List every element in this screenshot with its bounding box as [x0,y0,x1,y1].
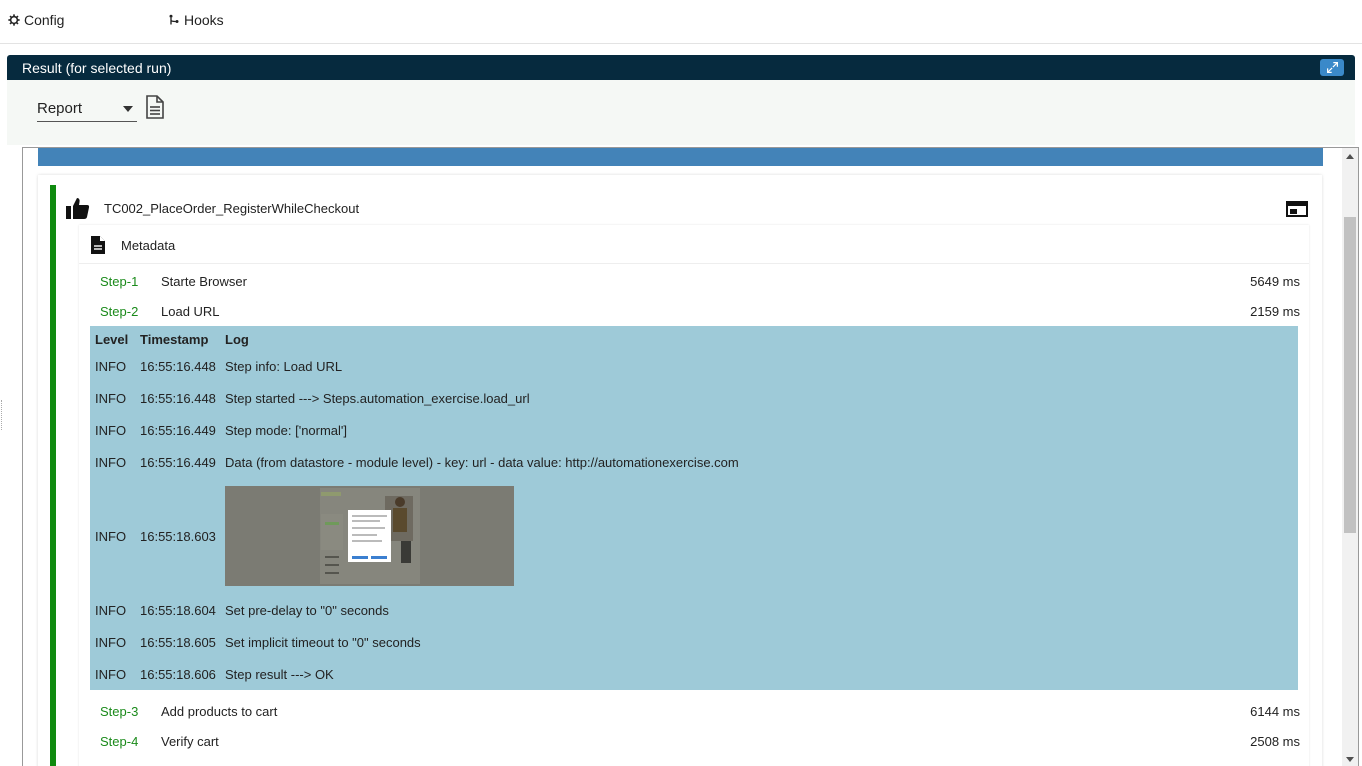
log-timestamp: 16:55:16.448 [140,391,216,406]
log-row: INFO 16:55:18.605 Set implicit timeout t… [90,635,1298,655]
log-message: Step result ---> OK [225,667,334,682]
testcase-body: Metadata Step-1 Starte Browser 5649 ms S… [79,225,1309,766]
log-row: INFO 16:55:16.449 Step mode: ['normal'] [90,423,1298,443]
log-timestamp: 16:55:16.449 [140,423,216,438]
log-row: INFO 16:55:16.449 Data (from datastore -… [90,455,1298,475]
step-number: Step-3 [100,704,139,719]
step-duration: 2508 ms [1250,734,1300,749]
step-row[interactable]: Step-1 Starte Browser 5649 ms [79,266,1309,296]
result-panel-header: Result (for selected run) [7,55,1355,80]
tab-config[interactable]: Config [8,11,64,29]
step-name: Load URL [161,304,220,319]
log-level: INFO [95,635,127,650]
tab-hooks-label: Hooks [184,12,224,28]
step-duration: 6144 ms [1250,704,1300,719]
expand-button[interactable] [1320,59,1344,76]
log-timestamp: 16:55:18.605 [140,635,216,650]
log-level: INFO [95,529,127,544]
log-timestamp: 16:55:18.604 [140,603,216,618]
expand-icon [1326,62,1338,73]
log-message: Set pre-delay to "0" seconds [225,603,389,618]
hooks-icon [169,14,179,25]
step-name: Add products to cart [161,704,278,719]
step-log-table: Level Timestamp Log INFO 16:55:16.448 St… [90,326,1298,690]
scroll-up-arrow[interactable] [1346,154,1354,159]
top-tab-bar: Config Hooks [0,0,1362,44]
chevron-down-icon [123,106,133,112]
log-timestamp: 16:55:16.449 [140,455,216,470]
log-level: INFO [95,455,127,470]
window-icon[interactable] [1286,201,1308,217]
tab-hooks[interactable]: Hooks [168,11,224,29]
screenshot-thumbnail[interactable] [225,486,514,586]
log-level: INFO [95,423,127,438]
testcase-card: TC002_PlaceOrder_RegisterWhileCheckout M… [38,175,1322,766]
tab-config-label: Config [24,12,65,28]
document-icon[interactable] [146,95,164,119]
result-panel-title: Result (for selected run) [22,60,172,76]
log-message: Data (from datastore - module level) - k… [225,455,739,470]
log-message: Set implicit timeout to "0" seconds [225,635,421,650]
log-message: Step info: Load URL [225,359,343,374]
log-header-log: Log [225,332,249,347]
step-name: Verify cart [161,734,219,749]
suite-header-band [38,148,1323,166]
gear-icon [8,14,20,26]
log-timestamp: 16:55:16.448 [140,359,216,374]
log-level: INFO [95,667,127,682]
metadata-label: Metadata [121,238,176,253]
log-row: INFO 16:55:16.448 Step started ---> Step… [90,391,1298,411]
step-number: Step-1 [100,274,139,289]
log-row: INFO 16:55:16.448 Step info: Load URL [90,359,1298,379]
document-icon [91,236,105,254]
log-header-timestamp: Timestamp [140,332,209,347]
log-message: Step mode: ['normal'] [225,423,348,438]
metadata-row[interactable]: Metadata [79,225,1309,264]
panel-splitter[interactable] [1,400,5,430]
step-number: Step-4 [100,734,139,749]
vertical-scrollbar[interactable] [1342,148,1358,766]
testcase-title: TC002_PlaceOrder_RegisterWhileCheckout [104,201,360,216]
log-level: INFO [95,359,127,374]
log-timestamp: 16:55:18.606 [140,667,216,682]
scroll-down-arrow[interactable] [1346,757,1354,762]
log-level: INFO [95,603,127,618]
screenshot-image [225,486,514,586]
view-select[interactable]: Report [37,97,137,122]
report-viewport[interactable]: TC002_PlaceOrder_RegisterWhileCheckout M… [22,147,1359,766]
step-row[interactable]: Step-2 Load URL 2159 ms [79,296,1309,326]
log-row: INFO 16:55:18.606 Step result ---> OK [90,667,1298,687]
step-duration: 2159 ms [1250,304,1300,319]
thumbs-up-icon [66,198,90,219]
view-select-value: Report [37,100,83,117]
log-header-level: Level [95,332,129,347]
step-name: Starte Browser [161,274,247,289]
status-bar [50,185,56,766]
step-duration: 5649 ms [1250,274,1300,289]
result-toolbar: Report [7,80,1355,145]
scrollbar-thumb[interactable] [1344,217,1356,533]
step-row[interactable]: Step-4 Verify cart 2508 ms [79,726,1309,756]
log-timestamp: 16:55:18.603 [140,529,216,544]
log-row: INFO 16:55:18.604 Set pre-delay to "0" s… [90,603,1298,623]
step-row[interactable]: Step-3 Add products to cart 6144 ms [79,696,1309,726]
step-number: Step-2 [100,304,139,319]
log-level: INFO [95,391,127,406]
log-message: Step started ---> Steps.automation_exerc… [225,391,530,406]
